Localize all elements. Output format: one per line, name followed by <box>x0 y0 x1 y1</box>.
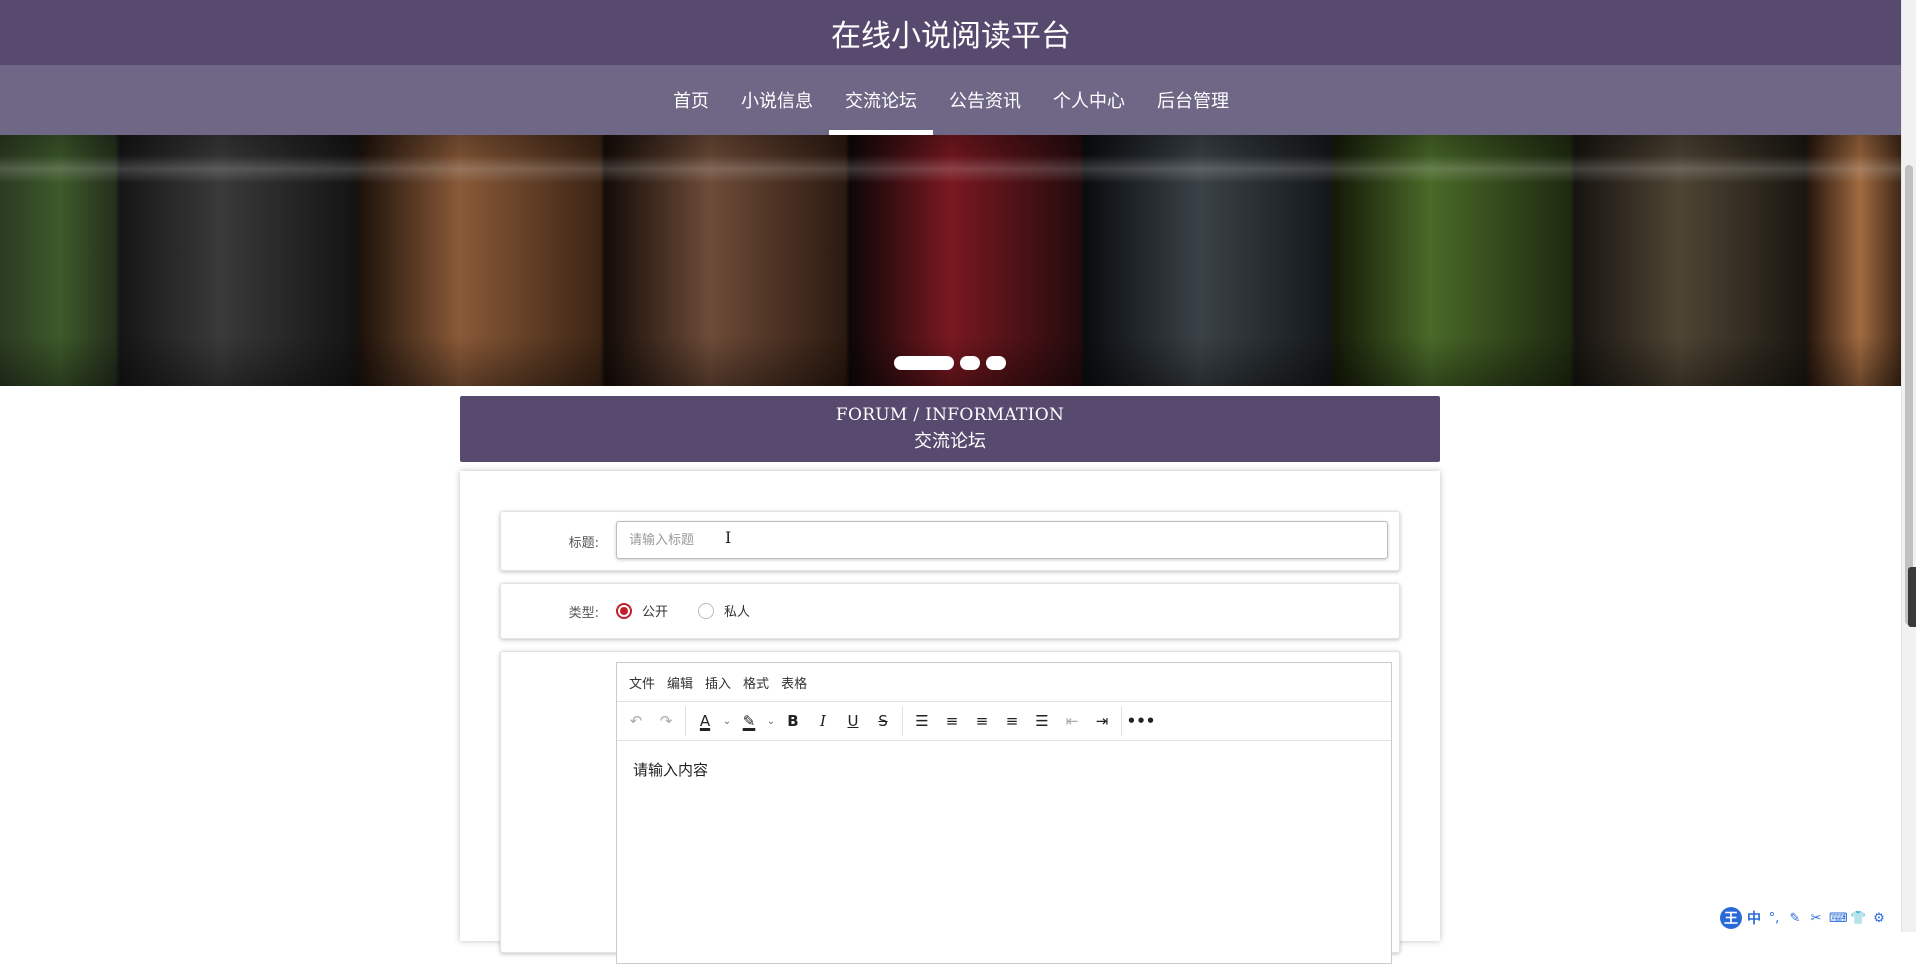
settings-gear-icon[interactable]: ⚙ <box>1871 911 1887 926</box>
scrollbar-thumb[interactable] <box>1905 165 1913 625</box>
nav-label: 个人中心 <box>1053 91 1125 112</box>
more-icon[interactable]: ••• <box>1126 707 1156 735</box>
nav-label: 首页 <box>673 91 709 112</box>
radio-unchecked-icon[interactable] <box>698 602 714 619</box>
title-input[interactable] <box>616 521 1388 559</box>
underline-icon[interactable]: U <box>838 707 868 735</box>
carousel-dot-2[interactable] <box>960 356 980 370</box>
main-nav: 首页 小说信息 交流论坛 公告资讯 个人中心 后台管理 <box>0 65 1902 135</box>
skin-icon[interactable]: 👕 <box>1850 911 1866 926</box>
nav-item-novels[interactable]: 小说信息 <box>725 65 829 135</box>
align-justify-icon[interactable]: ☰ <box>1027 707 1057 735</box>
type-row: 类型: 公开 私人 <box>500 583 1400 639</box>
title-label: 标题: <box>568 536 599 551</box>
carousel-indicators <box>894 356 1006 370</box>
menu-insert[interactable]: 插入 <box>699 673 737 692</box>
highlight-color-icon[interactable]: ✎ <box>734 707 764 735</box>
outdent-icon[interactable]: ⇤ <box>1057 707 1087 735</box>
nav-label: 后台管理 <box>1157 91 1229 112</box>
ime-toolbar: 王 中 °, ✎ ✂ ⌨ 👕 ⚙ <box>1720 906 1887 930</box>
type-option-label: 私人 <box>724 605 751 620</box>
menu-table[interactable]: 表格 <box>775 673 813 692</box>
toolbar-divider <box>902 706 903 736</box>
editor-menubar: 文件 编辑 插入 格式 表格 <box>617 663 1391 702</box>
page-scrollbar[interactable] <box>1901 0 1916 932</box>
toolbar-divider <box>1121 706 1122 736</box>
type-label: 类型: <box>568 606 599 621</box>
editor-content-area[interactable]: 请输入内容 <box>617 741 1391 798</box>
align-right-icon[interactable]: ≡ <box>997 707 1027 735</box>
nav-label: 小说信息 <box>741 91 813 112</box>
content-row: 文件 编辑 插入 格式 表格 ↶ ↷ A ⌄ ✎ ⌄ B I U S ☰ ≡ ≡… <box>500 651 1400 964</box>
nav-item-admin[interactable]: 后台管理 <box>1141 65 1245 135</box>
radio-checked-icon[interactable] <box>616 602 632 619</box>
type-option-public[interactable]: 公开 <box>616 601 668 620</box>
carousel-dot-1[interactable] <box>894 356 954 370</box>
section-header: FORUM / INFORMATION 交流论坛 <box>460 396 1440 462</box>
forum-post-form: 标题: Ι 类型: 公开 私人 文件 编辑 插入 格式 表格 ↶ ↷ <box>460 471 1440 964</box>
side-panel-handle[interactable] <box>1908 567 1916 627</box>
menu-format[interactable]: 格式 <box>737 673 775 692</box>
line-height-icon[interactable]: ☰ <box>907 707 937 735</box>
rich-text-editor: 文件 编辑 插入 格式 表格 ↶ ↷ A ⌄ ✎ ⌄ B I U S ☰ ≡ ≡… <box>616 662 1392 964</box>
type-option-label: 公开 <box>642 605 669 620</box>
site-header: 在线小说阅读平台 <box>0 0 1902 65</box>
align-left-icon[interactable]: ≡ <box>937 707 967 735</box>
redo-icon[interactable]: ↷ <box>651 707 681 735</box>
toolbar-divider <box>685 706 686 736</box>
editor-toolbar: ↶ ↷ A ⌄ ✎ ⌄ B I U S ☰ ≡ ≡ ≡ ☰ ⇤ ⇥ ••• <box>617 702 1391 741</box>
undo-icon[interactable]: ↶ <box>621 707 651 735</box>
nav-label: 公告资讯 <box>949 91 1021 112</box>
punctuation-icon[interactable]: °, <box>1766 911 1782 926</box>
ime-logo-icon[interactable]: 王 <box>1720 907 1742 929</box>
italic-icon[interactable]: I <box>808 707 838 735</box>
carousel-dot-3[interactable] <box>986 356 1006 370</box>
nav-item-profile[interactable]: 个人中心 <box>1037 65 1141 135</box>
chevron-down-icon[interactable]: ⌄ <box>764 716 778 727</box>
handwriting-icon[interactable]: ✎ <box>1787 911 1803 926</box>
section-title-en: FORUM / INFORMATION <box>835 405 1065 425</box>
keyboard-icon[interactable]: ⌨ <box>1829 911 1848 926</box>
section-title-cn: 交流论坛 <box>914 431 986 452</box>
ime-mode[interactable]: 中 <box>1747 908 1761 928</box>
align-center-icon[interactable]: ≡ <box>967 707 997 735</box>
type-option-private[interactable]: 私人 <box>698 601 750 620</box>
indent-icon[interactable]: ⇥ <box>1087 707 1117 735</box>
menu-file[interactable]: 文件 <box>623 673 661 692</box>
text-cursor-icon: Ι <box>725 528 732 547</box>
strikethrough-icon[interactable]: S <box>868 707 898 735</box>
editor-placeholder: 请输入内容 <box>633 761 709 779</box>
banner-carousel <box>0 135 1902 386</box>
banner-image <box>0 155 1902 183</box>
font-color-icon[interactable]: A <box>690 707 720 735</box>
site-title: 在线小说阅读平台 <box>831 18 1071 54</box>
nav-item-forum[interactable]: 交流论坛 <box>829 65 933 135</box>
bold-icon[interactable]: B <box>778 707 808 735</box>
scissors-icon[interactable]: ✂ <box>1808 911 1824 926</box>
nav-label: 交流论坛 <box>845 91 917 112</box>
nav-item-home[interactable]: 首页 <box>657 65 725 135</box>
menu-edit[interactable]: 编辑 <box>661 673 699 692</box>
chevron-down-icon[interactable]: ⌄ <box>720 716 734 727</box>
nav-item-announcements[interactable]: 公告资讯 <box>933 65 1037 135</box>
title-row: 标题: Ι <box>500 511 1400 571</box>
